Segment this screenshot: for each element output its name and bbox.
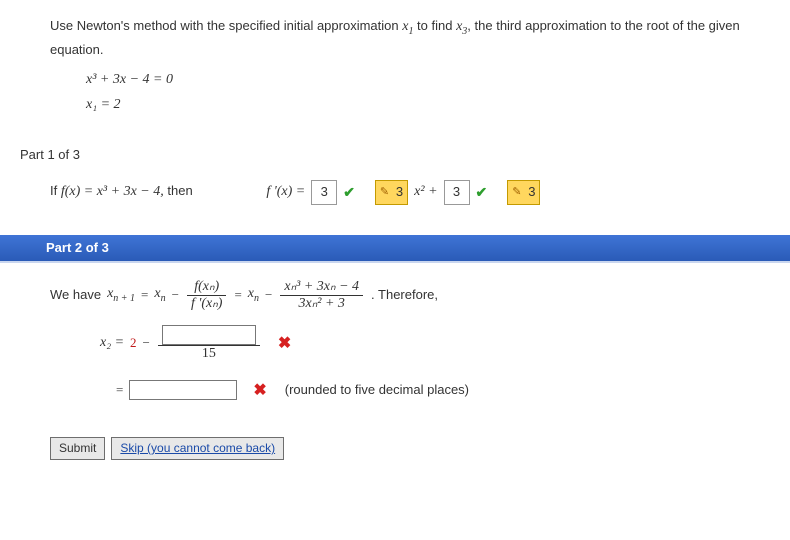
x2-row: x₂ = 2 − 15 ✖ — [100, 325, 291, 361]
fraction-numeric: 15 — [156, 325, 262, 361]
x2-value: 2 — [130, 333, 137, 354]
part1-label: Part 1 of 3 — [20, 145, 770, 166]
cross-icon: ✖ — [253, 378, 266, 404]
rounding-note: (rounded to five decimal places) — [285, 380, 469, 401]
newton-formula-row: We have xn + 1 = xn − f(xₙ) f '(xₙ) = xn… — [50, 279, 438, 311]
fx-expression: f(x) = x³ + 3x − 4, — [61, 184, 164, 199]
check-icon: ✔ — [476, 181, 488, 203]
fraction-expanded: xₙ³ + 3xₙ − 4 3xₙ² + 3 — [278, 279, 365, 311]
question-prompt: Use Newton's method with the specified i… — [50, 16, 750, 61]
cross-icon: ✖ — [278, 331, 291, 357]
pencil-icon — [512, 186, 524, 198]
submit-button[interactable]: Submit — [50, 437, 105, 460]
skip-button[interactable]: Skip (you cannot come back) — [111, 437, 284, 460]
initial-approximation: x₁ = 2 — [86, 92, 770, 117]
locked-answer-coef1: 3 — [375, 180, 408, 205]
x-squared-text: x² + — [414, 181, 437, 203]
fraction-symbolic: f(xₙ) f '(xₙ) — [185, 279, 229, 311]
x3-symbol: x3 — [456, 19, 467, 34]
answer-box-coef1[interactable]: 3 — [311, 180, 337, 205]
numerator-input[interactable] — [162, 325, 256, 345]
locked-answer-coef2: 3 — [507, 180, 540, 205]
given-equation: x³ + 3x − 4 = 0 — [86, 67, 770, 92]
fprime-lhs: f '(x) = — [266, 181, 305, 203]
answer-box-coef2[interactable]: 3 — [444, 180, 470, 205]
part2-header: Part 2 of 3 — [0, 235, 790, 262]
check-icon: ✔ — [343, 181, 355, 203]
x2-result-row: = ✖ (rounded to five decimal places) — [116, 378, 469, 404]
x1-symbol: x1 — [402, 19, 413, 34]
x2-result-input[interactable] — [129, 380, 237, 400]
x2-lhs: x₂ = — [100, 332, 124, 354]
pencil-icon — [380, 186, 392, 198]
part1-lead: If — [50, 183, 61, 198]
then-text: then — [167, 183, 192, 198]
